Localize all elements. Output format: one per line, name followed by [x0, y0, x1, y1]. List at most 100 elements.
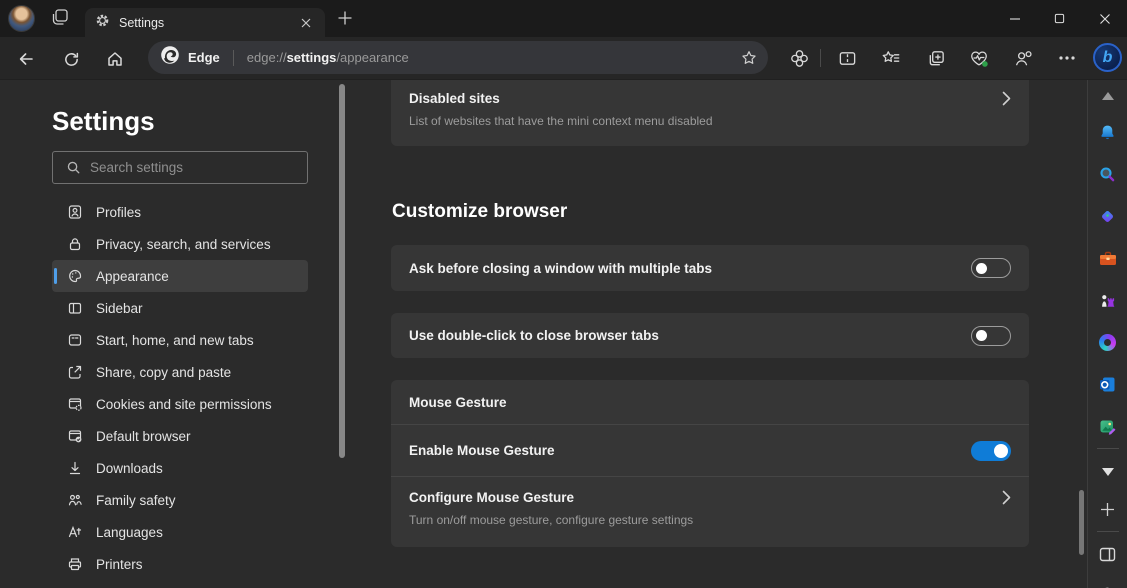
settings-search-input[interactable]: [90, 160, 290, 175]
more-options-button[interactable]: [1053, 44, 1081, 72]
workspaces-icon: [50, 7, 70, 32]
sidebar-hub-button[interactable]: [1096, 332, 1120, 352]
sidebar-item-family-safety[interactable]: Family safety: [52, 484, 308, 516]
add-favorite-button[interactable]: [740, 49, 758, 67]
double-click-close-toggle[interactable]: [971, 326, 1011, 346]
workspaces-button[interactable]: [49, 8, 71, 30]
star-icon: [740, 49, 758, 67]
close-window-button[interactable]: [1082, 0, 1127, 37]
sidebar-search-button[interactable]: [1096, 164, 1120, 184]
sidebar-item-printers[interactable]: Printers: [52, 548, 308, 580]
profile-avatar[interactable]: [8, 5, 35, 32]
sidebar-panel-icon: [1099, 547, 1116, 562]
toggle-knob: [994, 444, 1008, 458]
sidebar-item-privacy[interactable]: Privacy, search, and services: [52, 228, 308, 260]
mouse-gesture-group: Mouse Gesture Enable Mouse Gesture Confi…: [391, 380, 1029, 547]
collections-icon: [927, 49, 946, 68]
chevron-right-icon: [1002, 91, 1011, 106]
enable-mouse-gesture-toggle[interactable]: [971, 441, 1011, 461]
plus-icon: [337, 10, 353, 31]
sidebar-item-downloads[interactable]: Downloads: [52, 452, 308, 484]
toolbox-icon: [1099, 251, 1117, 266]
site-chip[interactable]: Edge: [160, 45, 220, 70]
section-heading: Customize browser: [392, 201, 567, 223]
new-tab-button[interactable]: [334, 9, 356, 31]
sidebar-scroll-up-button[interactable]: [1096, 86, 1120, 106]
profile-person-icon: [1014, 49, 1033, 68]
maximize-button[interactable]: [1037, 0, 1082, 37]
browser-essentials-button[interactable]: [965, 44, 993, 72]
sidebar-designer-button[interactable]: [1096, 416, 1120, 436]
sidebar-item-appearance[interactable]: Appearance: [52, 260, 308, 292]
sidebar-item-cookies-permissions[interactable]: Cookies and site permissions: [52, 388, 308, 420]
downloads-icon: [66, 460, 83, 477]
search-icon: [66, 160, 81, 175]
edge-logo-icon: [160, 45, 180, 70]
tab-settings[interactable]: Settings: [85, 8, 325, 37]
ask-before-closing-toggle[interactable]: [971, 258, 1011, 278]
disabled-sites-card[interactable]: Disabled sites List of websites that hav…: [391, 80, 1029, 146]
home-button[interactable]: [102, 46, 128, 72]
printer-icon: [66, 556, 83, 573]
address-bar[interactable]: Edge edge://settings/appearance: [148, 41, 768, 74]
back-button[interactable]: [13, 46, 39, 72]
back-arrow-icon: [17, 50, 35, 68]
privacy-lock-icon: [66, 236, 83, 253]
tab-gear-icon: [95, 13, 110, 33]
sidebar-expand-button[interactable]: [1096, 462, 1120, 482]
profile-settings-button[interactable]: [1009, 44, 1037, 72]
double-click-close-label: Use double-click to close browser tabs: [409, 328, 659, 343]
sidebar-item-profiles[interactable]: Profiles: [52, 196, 308, 228]
sidebar-panel-button[interactable]: [1096, 544, 1120, 564]
share-icon: [66, 364, 83, 381]
sidebar-tools-button[interactable]: [1096, 248, 1120, 268]
configure-mouse-gesture-row[interactable]: Configure Mouse Gesture Turn on/off mous…: [391, 477, 1029, 527]
sidebar-item-start-home-tabs[interactable]: Start, home, and new tabs: [52, 324, 308, 356]
split-screen-icon: [838, 49, 857, 68]
url-separator: [233, 50, 234, 66]
sidebar-shopping-button[interactable]: [1096, 206, 1120, 226]
split-screen-button[interactable]: [833, 44, 861, 72]
copilot-bing-button[interactable]: b: [1093, 43, 1122, 72]
url-text: edge://settings/appearance: [247, 50, 409, 65]
home-icon: [106, 50, 124, 68]
chevron-down-icon: [1102, 468, 1114, 476]
tab-close-button[interactable]: [297, 14, 315, 32]
essentials-status-dot: [982, 61, 988, 67]
games-chess-icon: [1099, 292, 1116, 309]
collections-button[interactable]: [922, 44, 950, 72]
extensions-button[interactable]: [785, 44, 813, 72]
hub-swirl-icon: [1099, 334, 1116, 351]
settings-search-box[interactable]: [52, 151, 308, 184]
content-scrollbar-thumb[interactable]: [1079, 490, 1084, 555]
plus-icon: [1100, 502, 1115, 517]
edge-sidebar: [1087, 80, 1127, 588]
sidebar-settings-button[interactable]: [1096, 584, 1120, 588]
shopping-tag-icon: [1099, 208, 1116, 225]
refresh-icon: [63, 51, 80, 68]
settings-page-title: Settings: [52, 106, 155, 137]
sidebar-item-share-copy-paste[interactable]: Share, copy and paste: [52, 356, 308, 388]
outlook-icon: [1099, 376, 1116, 393]
settings-nav: Settings Profiles: [0, 80, 346, 588]
sidebar-item-languages[interactable]: Languages: [52, 516, 308, 548]
browser-window: Settings: [0, 0, 1127, 588]
nav-scrollbar-thumb[interactable]: [339, 84, 345, 458]
refresh-button[interactable]: [58, 46, 84, 72]
toggle-knob: [976, 330, 987, 341]
designer-image-icon: [1099, 418, 1116, 435]
favorites-button[interactable]: [877, 44, 905, 72]
cookies-permissions-icon: [66, 396, 83, 413]
profiles-icon: [66, 204, 83, 221]
chevron-right-icon: [1002, 490, 1011, 505]
sidebar-outlook-button[interactable]: [1096, 374, 1120, 394]
sidebar-item-sidebar[interactable]: Sidebar: [52, 292, 308, 324]
sidebar-notifications-button[interactable]: [1096, 122, 1120, 142]
sidebar-games-button[interactable]: [1096, 290, 1120, 310]
sidebar-item-default-browser[interactable]: Default browser: [52, 420, 308, 452]
sidebar-add-button[interactable]: [1096, 499, 1120, 519]
settings-nav-list: Profiles Privacy, search, and services A…: [52, 196, 308, 580]
minimize-button[interactable]: [992, 0, 1037, 37]
configure-mouse-gesture-label: Configure Mouse Gesture: [409, 490, 574, 505]
ask-before-closing-row: Ask before closing a window with multipl…: [391, 245, 1029, 291]
